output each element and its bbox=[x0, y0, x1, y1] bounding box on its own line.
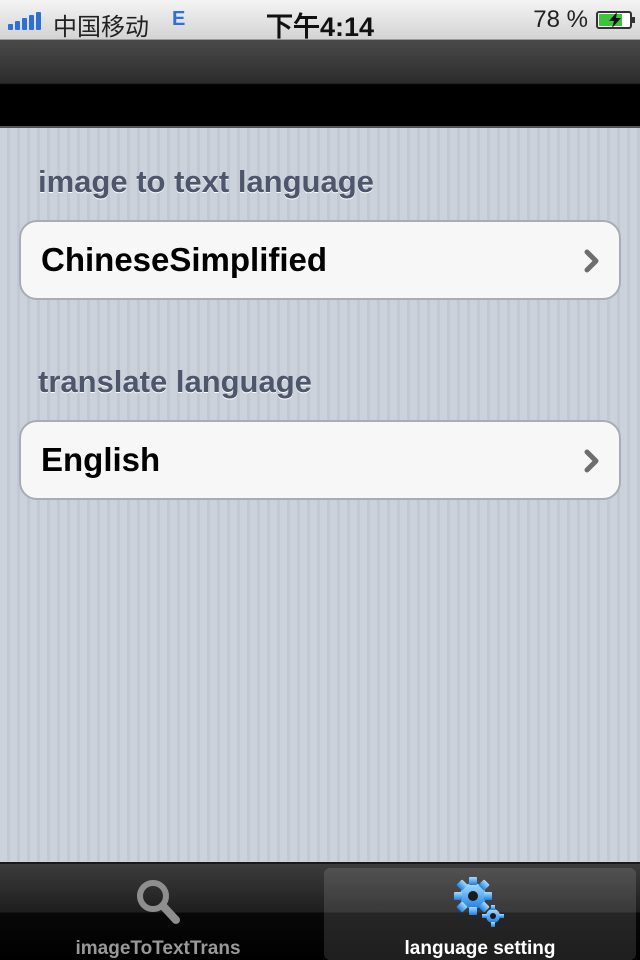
image-to-text-language-cell[interactable]: ChineseSimplified bbox=[19, 220, 621, 300]
image-to-text-language-value: ChineseSimplified bbox=[41, 241, 328, 278]
status-bar: 中国移动 E 下午4:14 78 % bbox=[0, 0, 640, 42]
gear-icon bbox=[454, 877, 504, 927]
tab-label: imageToTextTrans bbox=[75, 938, 241, 959]
chevron-right-icon bbox=[584, 249, 599, 273]
tab-image-to-text-trans[interactable]: imageToTextTrans bbox=[2, 868, 314, 960]
battery-icon bbox=[596, 11, 635, 29]
tab-language-setting[interactable]: language setting bbox=[324, 868, 636, 960]
battery-percent: 78 % bbox=[533, 6, 588, 33]
navigation-bar bbox=[0, 40, 640, 128]
section-header-image-to-text: image to text language bbox=[38, 164, 374, 199]
translate-language-cell[interactable]: English bbox=[19, 420, 621, 500]
search-icon bbox=[137, 880, 180, 924]
settings-list: image to text language ChineseSimplified… bbox=[0, 128, 640, 862]
section-header-translate: translate language bbox=[38, 364, 312, 399]
chevron-right-icon bbox=[584, 449, 599, 473]
tab-bar: imageToTextTrans language setting bbox=[0, 862, 640, 960]
charging-bolt-icon bbox=[609, 12, 621, 28]
tab-label: language setting bbox=[404, 938, 556, 959]
translate-language-value: English bbox=[41, 441, 161, 478]
